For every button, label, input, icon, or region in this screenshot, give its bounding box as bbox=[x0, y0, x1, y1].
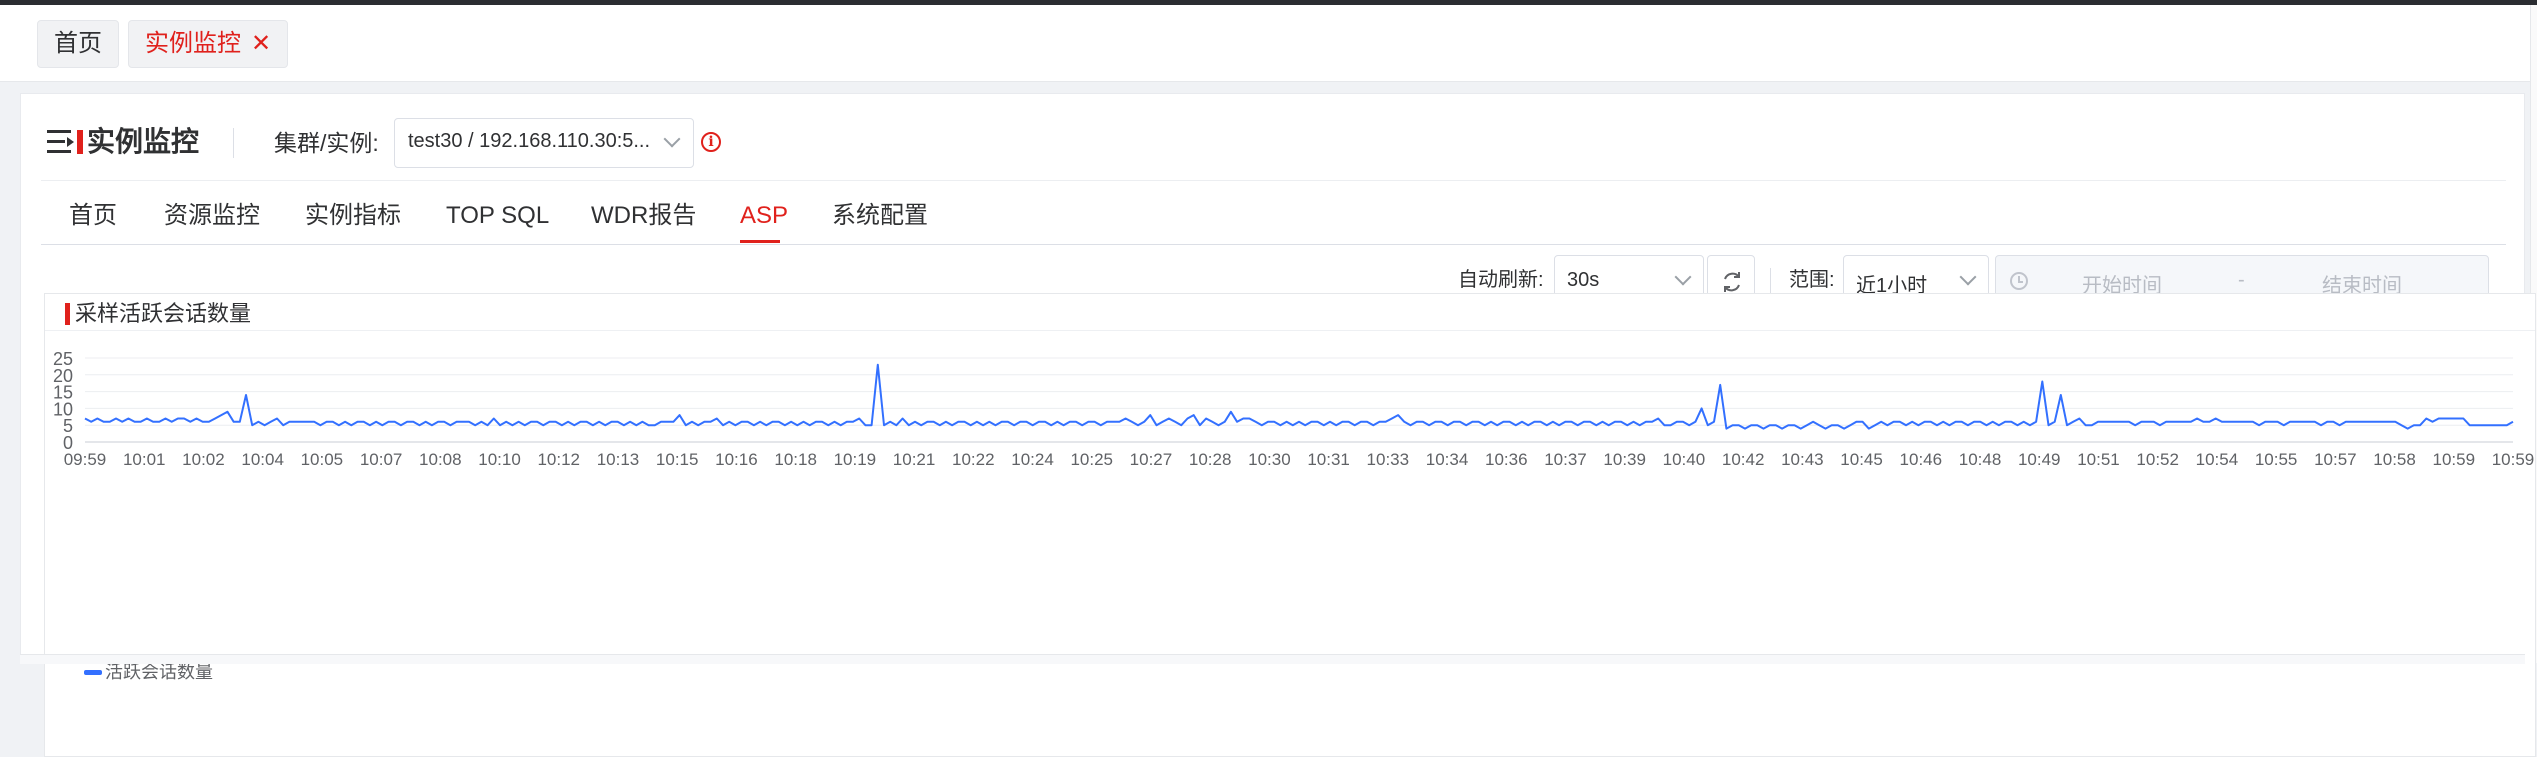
tab-asp[interactable]: ASP bbox=[740, 200, 788, 232]
x-tick-label: 10:48 bbox=[1959, 450, 2002, 469]
auto-refresh-value: 30s bbox=[1567, 269, 1600, 291]
x-tick-label: 10:52 bbox=[2136, 450, 2179, 469]
active-tab-indicator bbox=[740, 240, 780, 243]
x-tick-label: 10:36 bbox=[1485, 450, 1528, 469]
x-tick-label: 10:37 bbox=[1544, 450, 1587, 469]
cluster-instance-select[interactable]: test30 / 192.168.110.30:5... bbox=[394, 118, 694, 168]
x-tick-label: 10:55 bbox=[2255, 450, 2298, 469]
x-tick-label: 10:12 bbox=[537, 450, 580, 469]
x-tick-label: 10:39 bbox=[1603, 450, 1646, 469]
x-tick-label: 10:18 bbox=[774, 450, 817, 469]
x-tick-label: 09:59 bbox=[64, 450, 107, 469]
chevron-down-icon bbox=[1959, 268, 1977, 286]
x-tick-label: 10:02 bbox=[182, 450, 225, 469]
tab-home[interactable]: 首页 bbox=[69, 200, 117, 232]
x-tick-label: 10:59 bbox=[2492, 450, 2535, 469]
x-tick-label: 10:19 bbox=[834, 450, 877, 469]
cluster-instance-value: test30 / 192.168.110.30:5... bbox=[408, 130, 651, 152]
x-tick-label: 10:05 bbox=[301, 450, 344, 469]
x-tick-label: 10:30 bbox=[1248, 450, 1291, 469]
x-tick-label: 10:13 bbox=[597, 450, 640, 469]
x-tick-label: 10:21 bbox=[893, 450, 936, 469]
x-tick-label: 10:01 bbox=[123, 450, 166, 469]
x-tick-label: 10:49 bbox=[2018, 450, 2061, 469]
x-tick-label: 10:27 bbox=[1130, 450, 1173, 469]
page-title: 实例监控 bbox=[87, 126, 200, 157]
header-divider-line bbox=[41, 180, 2506, 181]
x-tick-label: 10:34 bbox=[1426, 450, 1469, 469]
x-tick-label: 10:07 bbox=[360, 450, 403, 469]
asp-chart-card: 采样活跃会话数量 0 5 10 15 20 25 09:59 10:01 10:02 10:04 1… bbox=[44, 293, 2536, 757]
header-divider bbox=[233, 128, 234, 158]
x-tick-label: 10:43 bbox=[1781, 450, 1824, 469]
x-tick-label: 10:58 bbox=[2373, 450, 2416, 469]
tabs-divider bbox=[41, 244, 2506, 245]
page-tab-home[interactable]: 首页 bbox=[37, 20, 119, 68]
x-tick-label: 10:57 bbox=[2314, 450, 2357, 469]
info-icon[interactable]: i bbox=[701, 132, 721, 152]
page-tab-label: 实例监控 bbox=[145, 30, 241, 57]
range-separator: - bbox=[2238, 269, 2245, 291]
toolbar-divider bbox=[1770, 268, 1771, 294]
x-tick-label: 10:42 bbox=[1722, 450, 1765, 469]
tab-wdr-report[interactable]: WDR报告 bbox=[591, 200, 696, 232]
tab-instance-metrics[interactable]: 实例指标 bbox=[305, 200, 401, 232]
x-tick-label: 10:31 bbox=[1307, 450, 1350, 469]
x-tick-label: 10:40 bbox=[1663, 450, 1706, 469]
logo-icon bbox=[47, 128, 83, 156]
page-tab-instance-monitor[interactable]: 实例监控 ✕ bbox=[128, 20, 289, 68]
auto-refresh-label: 自动刷新: bbox=[1458, 269, 1544, 291]
chevron-down-icon bbox=[1674, 268, 1692, 286]
chevron-down-icon bbox=[663, 130, 681, 148]
active-sessions-chart: 051015202509:59 10:01 10:02 10:04 10:05 10:07… bbox=[53, 349, 2535, 469]
x-tick-label: 10:04 bbox=[241, 450, 284, 469]
x-tick-label: 10:46 bbox=[1900, 450, 1943, 469]
tab-system-config[interactable]: 系统配置 bbox=[832, 200, 928, 232]
x-tick-label: 10:54 bbox=[2196, 450, 2239, 469]
page-tab-label: 首页 bbox=[54, 30, 102, 57]
close-icon[interactable]: ✕ bbox=[251, 30, 271, 57]
x-tick-label: 10:25 bbox=[1070, 450, 1113, 469]
series-line-active-sessions bbox=[84, 363, 2514, 430]
cluster-label: 集群/实例: bbox=[274, 130, 379, 156]
legend-swatch[interactable] bbox=[84, 670, 102, 675]
x-tick-label: 10:16 bbox=[715, 450, 758, 469]
instance-monitor-panel: 实例监控 集群/实例: test30 / 192.168.110.30:5...… bbox=[20, 93, 2536, 757]
x-tick-label: 10:28 bbox=[1189, 450, 1232, 469]
y-tick-label: 25 bbox=[53, 349, 73, 369]
page-tabs-bar: 首页 实例监控 ✕ bbox=[0, 5, 2530, 82]
x-tick-label: 10:24 bbox=[1011, 450, 1054, 469]
x-tick-label: 10:22 bbox=[952, 450, 995, 469]
x-tick-label: 10:15 bbox=[656, 450, 699, 469]
tab-top-sql[interactable]: TOP SQL bbox=[446, 200, 549, 232]
range-label: 范围: bbox=[1789, 269, 1835, 291]
x-tick-label: 10:51 bbox=[2077, 450, 2120, 469]
legend-label[interactable]: 活跃会话数量 bbox=[105, 662, 213, 682]
clock-icon bbox=[2010, 272, 2028, 290]
x-tick-label: 10:45 bbox=[1840, 450, 1883, 469]
x-tick-label: 10:59 bbox=[2433, 450, 2476, 469]
x-tick-label: 10:08 bbox=[419, 450, 462, 469]
tab-resource-monitor[interactable]: 资源监控 bbox=[164, 200, 260, 232]
x-tick-label: 10:10 bbox=[478, 450, 521, 469]
x-tick-label: 10:33 bbox=[1367, 450, 1410, 469]
